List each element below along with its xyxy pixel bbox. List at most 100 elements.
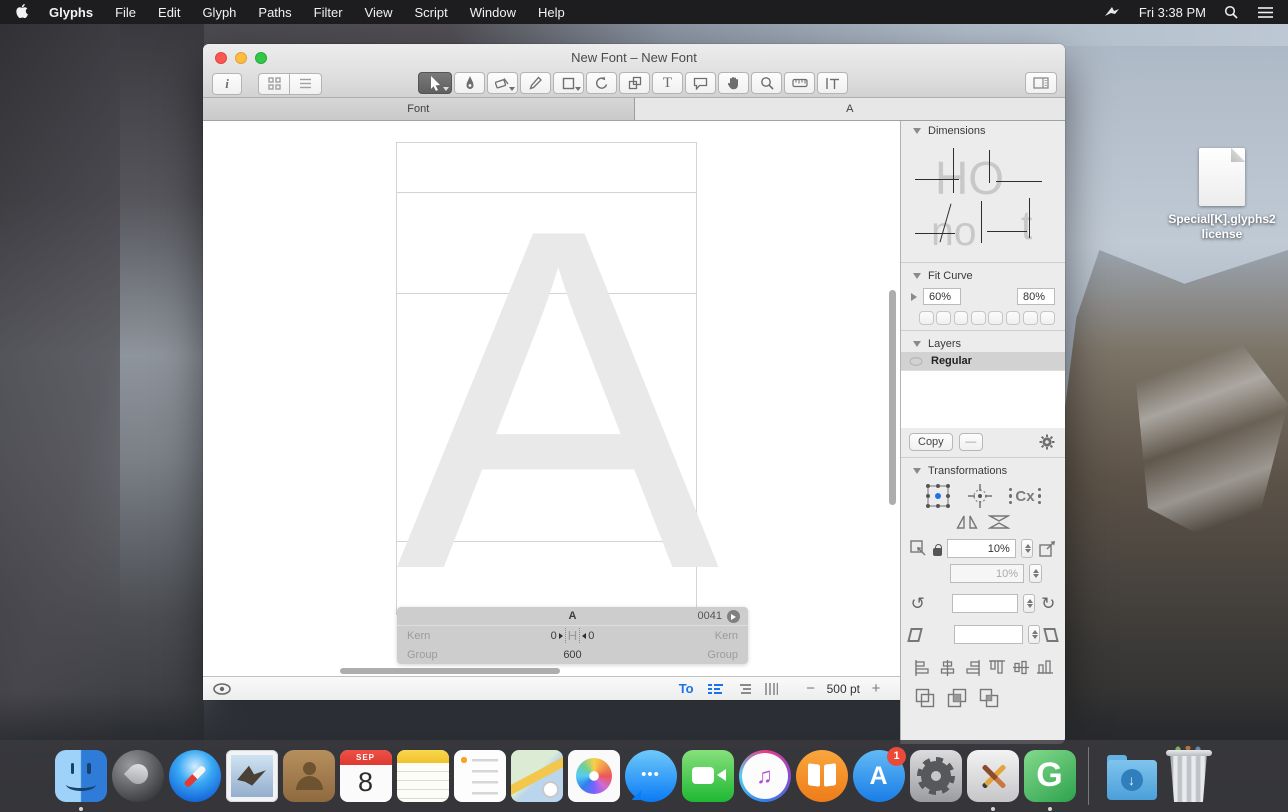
zoom-level-value[interactable]: 500 pt [827, 682, 860, 696]
facetime-dock-icon[interactable] [679, 748, 736, 804]
layers-header[interactable]: Layers [901, 334, 1065, 352]
downloads-folder-dock-icon[interactable]: ↓ [1103, 748, 1160, 804]
skew-right-icon[interactable] [1043, 628, 1059, 642]
fit-curve-step-button[interactable] [936, 311, 951, 325]
zoom-out-button[interactable]: − [801, 680, 821, 697]
photos-dock-icon[interactable] [565, 748, 622, 804]
copy-layer-button[interactable]: Copy [909, 433, 953, 451]
fit-curve-max-field[interactable]: 80% [1017, 288, 1055, 305]
finder-dock-icon[interactable] [52, 748, 109, 804]
fit-curve-step-button[interactable] [988, 311, 1003, 325]
rotate-cw-icon[interactable]: ↻ [1040, 595, 1057, 612]
text-tool[interactable]: T [652, 72, 683, 94]
calendar-dock-icon[interactable]: SEP 8 [337, 748, 394, 804]
mirror-horizontal-icon[interactable] [956, 514, 978, 530]
align-top-edges-icon[interactable] [989, 659, 1005, 676]
preview-eye-icon[interactable] [213, 683, 231, 695]
menu-item-edit[interactable]: Edit [158, 5, 180, 20]
scale-horizontal-field[interactable]: 10% [947, 539, 1016, 558]
fit-curve-step-button[interactable] [1006, 311, 1021, 325]
glyph-width-value[interactable]: 600 [397, 649, 748, 661]
left-sidebearing-value[interactable]: 0 [551, 630, 557, 642]
tab-glyph-a[interactable]: A [635, 98, 1066, 120]
transform-background-icon[interactable]: Cx [1009, 488, 1041, 505]
system-preferences-dock-icon[interactable] [907, 748, 964, 804]
notes-dock-icon[interactable] [394, 748, 451, 804]
layer-list-empty-area[interactable] [901, 370, 1065, 428]
disclosure-triangle-icon[interactable] [913, 341, 921, 347]
fit-curve-header[interactable]: Fit Curve [901, 266, 1065, 284]
menu-item-glyph[interactable]: Glyph [202, 5, 236, 20]
menu-extra-hand-icon[interactable] [1103, 5, 1121, 19]
app-store-dock-icon[interactable]: A 1 [850, 748, 907, 804]
trash-dock-icon[interactable] [1160, 748, 1217, 804]
scale-lock-icon[interactable] [933, 548, 942, 556]
contacts-dock-icon[interactable] [280, 748, 337, 804]
primitives-tool[interactable] [553, 72, 584, 94]
scale-vertical-field[interactable]: 10% [950, 564, 1024, 583]
right-sidebearing-value[interactable]: 0 [588, 630, 594, 642]
draw-pen-tool[interactable] [454, 72, 485, 94]
menu-clock[interactable]: Fri 3:38 PM [1139, 5, 1206, 20]
grid-view-button[interactable] [258, 73, 290, 95]
ibooks-dock-icon[interactable] [793, 748, 850, 804]
rotate-angle-field[interactable] [952, 594, 1017, 613]
rotate-ccw-icon[interactable]: ↺ [909, 595, 926, 612]
layer-visibility-icon[interactable] [909, 357, 923, 366]
mail-dock-icon[interactable] [223, 748, 280, 804]
fit-curve-min-field[interactable]: 60% [923, 288, 961, 305]
reminders-dock-icon[interactable] [451, 748, 508, 804]
align-center-vertical-icon[interactable] [1013, 659, 1029, 676]
tab-font[interactable]: Font [203, 98, 635, 120]
disclosure-triangle-icon[interactable] [913, 468, 921, 474]
menu-item-paths[interactable]: Paths [258, 5, 291, 20]
annotation-tool[interactable] [685, 72, 716, 94]
transformations-header[interactable]: Transformations [901, 461, 1065, 479]
design-app-dock-icon[interactable] [964, 748, 1021, 804]
zoom-tool[interactable] [751, 72, 782, 94]
align-right-edges-icon[interactable] [964, 660, 981, 676]
fit-curve-step-button[interactable] [971, 311, 986, 325]
safari-dock-icon[interactable] [166, 748, 223, 804]
menu-item-window[interactable]: Window [470, 5, 516, 20]
maps-dock-icon[interactable] [508, 748, 565, 804]
launchpad-dock-icon[interactable] [109, 748, 166, 804]
spotlight-icon[interactable] [1224, 5, 1239, 20]
align-right-icon[interactable] [737, 683, 751, 695]
horizontal-scrollbar[interactable] [340, 668, 560, 674]
glyph-placeholder-a[interactable]: A [396, 157, 696, 642]
fit-curve-step-button[interactable] [1040, 311, 1055, 325]
unicode-go-icon[interactable] [727, 610, 740, 623]
fit-curve-step-button[interactable] [1023, 311, 1038, 325]
vertical-scrollbar[interactable] [889, 290, 896, 505]
rotate-tool[interactable] [586, 72, 617, 94]
erase-tool[interactable] [487, 72, 518, 94]
apple-menu-icon[interactable] [16, 4, 31, 21]
align-left-icon[interactable] [708, 683, 723, 695]
align-center-horizontal-icon[interactable] [939, 660, 956, 676]
notification-center-icon[interactable] [1257, 6, 1274, 19]
select-tool[interactable] [418, 72, 452, 94]
mirror-vertical-icon[interactable] [988, 514, 1010, 530]
align-bottom-edges-icon[interactable] [1037, 659, 1053, 676]
scale-horizontal-stepper[interactable] [1021, 539, 1033, 558]
itunes-dock-icon[interactable]: ♫ [736, 748, 793, 804]
intersect-paths-icon[interactable] [979, 688, 999, 708]
glyphs-app-dock-icon[interactable]: G [1021, 748, 1078, 804]
features-toggle[interactable]: To [679, 681, 694, 696]
dimensions-header[interactable]: Dimensions [901, 121, 1065, 139]
columns-icon[interactable] [765, 683, 778, 695]
list-view-button[interactable] [290, 73, 322, 95]
hand-tool[interactable] [718, 72, 749, 94]
scale-vertical-stepper[interactable] [1029, 564, 1042, 583]
skew-stepper[interactable] [1028, 625, 1040, 644]
sidebar-toggle-button[interactable] [1025, 72, 1057, 94]
font-info-button[interactable]: i [212, 73, 242, 95]
skew-angle-field[interactable] [954, 625, 1022, 644]
disclosure-triangle-icon[interactable] [913, 128, 921, 134]
fit-curve-step-button[interactable] [954, 311, 969, 325]
menu-item-script[interactable]: Script [415, 5, 448, 20]
remove-layer-button[interactable]: — [959, 433, 983, 451]
scale-down-icon[interactable] [909, 539, 928, 558]
fit-curve-step-button[interactable] [919, 311, 934, 325]
